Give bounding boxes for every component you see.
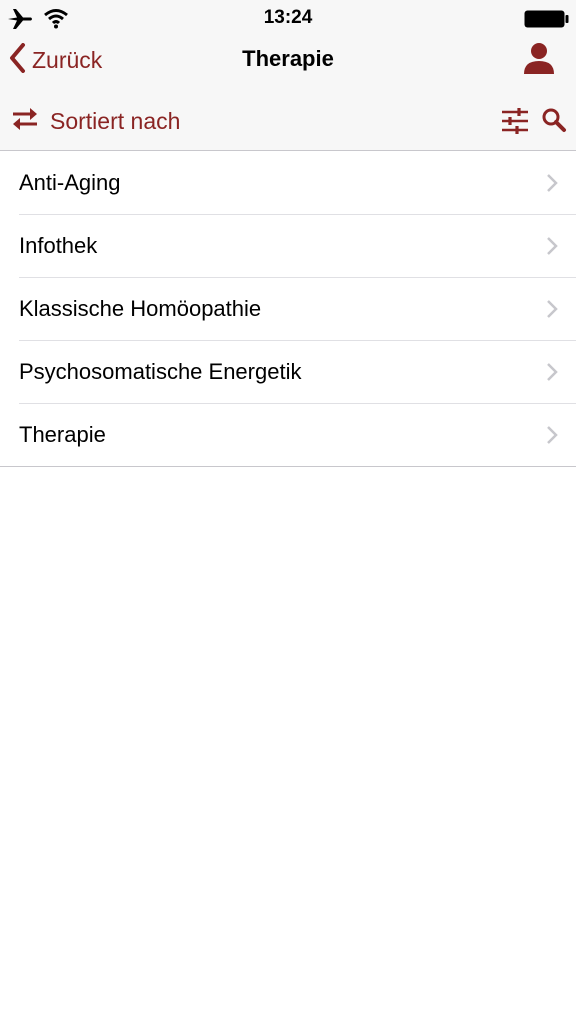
search-icon xyxy=(541,108,567,137)
chevron-right-icon xyxy=(546,425,558,445)
swap-arrows-icon xyxy=(10,106,40,137)
list-item[interactable]: Klassische Homöopathie xyxy=(0,277,576,340)
list-item[interactable]: Anti-Aging xyxy=(0,151,576,214)
chevron-right-icon xyxy=(546,173,558,193)
list-item-label: Psychosomatische Energetik xyxy=(19,359,302,384)
list-item[interactable]: Infothek xyxy=(0,214,576,277)
person-icon xyxy=(522,43,556,79)
navigation-bar: Zurück Therapie Sortiert nach xyxy=(0,38,576,151)
battery-icon xyxy=(524,10,570,33)
list-item-label: Klassische Homöopathie xyxy=(19,296,262,321)
chevron-right-icon xyxy=(546,236,558,256)
list-item-label: Therapie xyxy=(19,422,106,447)
sort-label: Sortiert nach xyxy=(50,107,181,134)
status-bar: 13:24 xyxy=(0,0,576,38)
list-item-label: Infothek xyxy=(19,233,98,258)
back-label: Zurück xyxy=(32,46,103,73)
chevron-right-icon xyxy=(546,362,558,382)
status-time: 13:24 xyxy=(263,7,313,28)
chevron-right-icon xyxy=(546,299,558,319)
list-item-label: Anti-Aging xyxy=(19,170,121,195)
list-item[interactable]: Therapie xyxy=(0,403,576,466)
search-button[interactable] xyxy=(541,107,567,133)
filter-button[interactable] xyxy=(500,106,530,136)
back-button[interactable]: Zurück xyxy=(8,42,102,78)
sliders-icon xyxy=(500,108,530,140)
list-item[interactable]: Psychosomatische Energetik xyxy=(0,340,576,403)
sort-button[interactable]: Sortiert nach xyxy=(10,104,180,138)
chevron-left-icon xyxy=(8,42,26,78)
category-list: Anti-Aging Infothek Klassische Homöopath… xyxy=(0,151,576,467)
profile-button[interactable] xyxy=(522,41,556,75)
